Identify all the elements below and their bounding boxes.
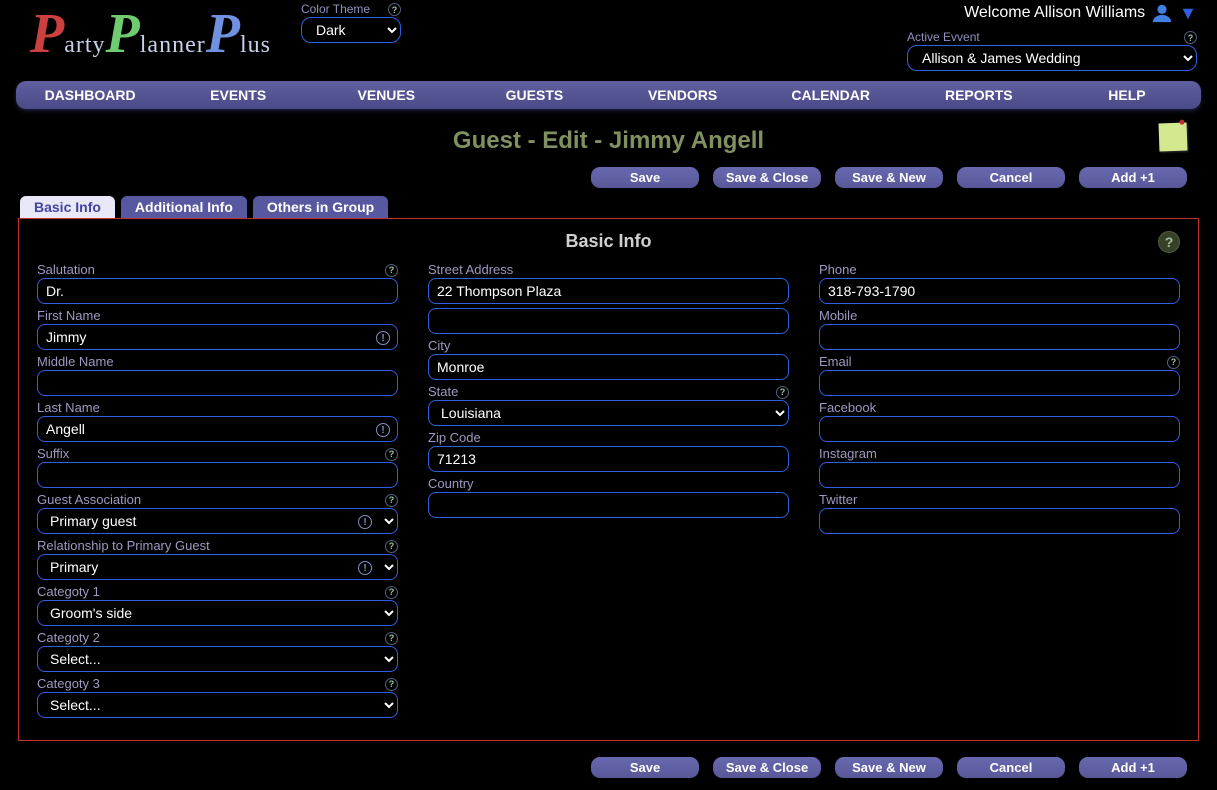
middle-name-input[interactable] bbox=[37, 370, 398, 396]
help-icon[interactable]: ? bbox=[1167, 356, 1180, 369]
main-nav: DASHBOARD EVENTS VENUES GUESTS VENDORS C… bbox=[16, 81, 1201, 109]
save-button[interactable]: Save bbox=[591, 167, 699, 188]
help-icon[interactable]: ? bbox=[385, 540, 398, 553]
guest-association-select[interactable]: Primary guest bbox=[37, 508, 398, 534]
app-logo: Party Planner Plus bbox=[30, 2, 271, 66]
salutation-input[interactable] bbox=[37, 278, 398, 304]
city-input[interactable] bbox=[428, 354, 789, 380]
user-icon[interactable] bbox=[1151, 2, 1173, 24]
facebook-input[interactable] bbox=[819, 416, 1180, 442]
nav-venues[interactable]: VENUES bbox=[312, 81, 460, 109]
nav-guests[interactable]: GUESTS bbox=[460, 81, 608, 109]
tab-additional-info[interactable]: Additional Info bbox=[121, 196, 247, 218]
panel-title: Basic Info bbox=[565, 231, 651, 252]
street-address-input[interactable] bbox=[428, 278, 789, 304]
help-icon[interactable]: ? bbox=[385, 632, 398, 645]
tab-others-in-group[interactable]: Others in Group bbox=[253, 196, 388, 218]
save-close-button[interactable]: Save & Close bbox=[713, 757, 821, 778]
help-icon[interactable]: ? bbox=[385, 678, 398, 691]
zip-code-input[interactable] bbox=[428, 446, 789, 472]
category-3-select[interactable]: Select... bbox=[37, 692, 398, 718]
save-new-button[interactable]: Save & New bbox=[835, 167, 943, 188]
add-plus-one-button[interactable]: Add +1 bbox=[1079, 167, 1187, 188]
twitter-input[interactable] bbox=[819, 508, 1180, 534]
category-2-select[interactable]: Select... bbox=[37, 646, 398, 672]
help-icon[interactable]: ? bbox=[1184, 31, 1197, 44]
phone-input[interactable] bbox=[819, 278, 1180, 304]
nav-events[interactable]: EVENTS bbox=[164, 81, 312, 109]
help-icon[interactable]: ? bbox=[385, 264, 398, 277]
help-icon[interactable]: ? bbox=[385, 586, 398, 599]
save-new-button[interactable]: Save & New bbox=[835, 757, 943, 778]
help-icon[interactable]: ? bbox=[388, 3, 401, 16]
suffix-input[interactable] bbox=[37, 462, 398, 488]
nav-vendors[interactable]: VENDORS bbox=[609, 81, 757, 109]
help-icon[interactable]: ? bbox=[385, 448, 398, 461]
welcome-text: Welcome Allison Williams ▼ bbox=[964, 2, 1197, 24]
relationship-select[interactable]: Primary bbox=[37, 554, 398, 580]
page-title: Guest - Edit - Jimmy Angell bbox=[0, 127, 1217, 155]
last-name-input[interactable] bbox=[37, 416, 398, 442]
cancel-button[interactable]: Cancel bbox=[957, 757, 1065, 778]
nav-calendar[interactable]: CALENDAR bbox=[757, 81, 905, 109]
theme-select[interactable]: Dark bbox=[301, 17, 401, 43]
chevron-down-icon[interactable]: ▼ bbox=[1179, 3, 1197, 24]
theme-label: Color Theme bbox=[301, 2, 370, 16]
country-input[interactable] bbox=[428, 492, 789, 518]
help-icon[interactable]: ? bbox=[385, 494, 398, 507]
save-close-button[interactable]: Save & Close bbox=[713, 167, 821, 188]
help-icon[interactable]: ? bbox=[776, 386, 789, 399]
active-event-select[interactable]: Allison & James Wedding bbox=[907, 45, 1197, 71]
street-address-2-input[interactable] bbox=[428, 308, 789, 334]
mobile-input[interactable] bbox=[819, 324, 1180, 350]
category-1-select[interactable]: Groom's side bbox=[37, 600, 398, 626]
nav-dashboard[interactable]: DASHBOARD bbox=[16, 81, 164, 109]
sticky-note-icon[interactable] bbox=[1159, 123, 1188, 152]
email-input[interactable] bbox=[819, 370, 1180, 396]
help-icon[interactable]: ? bbox=[1158, 231, 1180, 253]
tab-basic-info[interactable]: Basic Info bbox=[20, 196, 115, 218]
state-select[interactable]: Louisiana bbox=[428, 400, 789, 426]
nav-reports[interactable]: REPORTS bbox=[905, 81, 1053, 109]
add-plus-one-button[interactable]: Add +1 bbox=[1079, 757, 1187, 778]
nav-help[interactable]: HELP bbox=[1053, 81, 1201, 109]
first-name-input[interactable] bbox=[37, 324, 398, 350]
instagram-input[interactable] bbox=[819, 462, 1180, 488]
active-event-label: Active Evvent bbox=[907, 30, 980, 44]
basic-info-panel: Basic Info ? Salutation? First Name! Mid… bbox=[18, 218, 1199, 741]
cancel-button[interactable]: Cancel bbox=[957, 167, 1065, 188]
save-button[interactable]: Save bbox=[591, 757, 699, 778]
